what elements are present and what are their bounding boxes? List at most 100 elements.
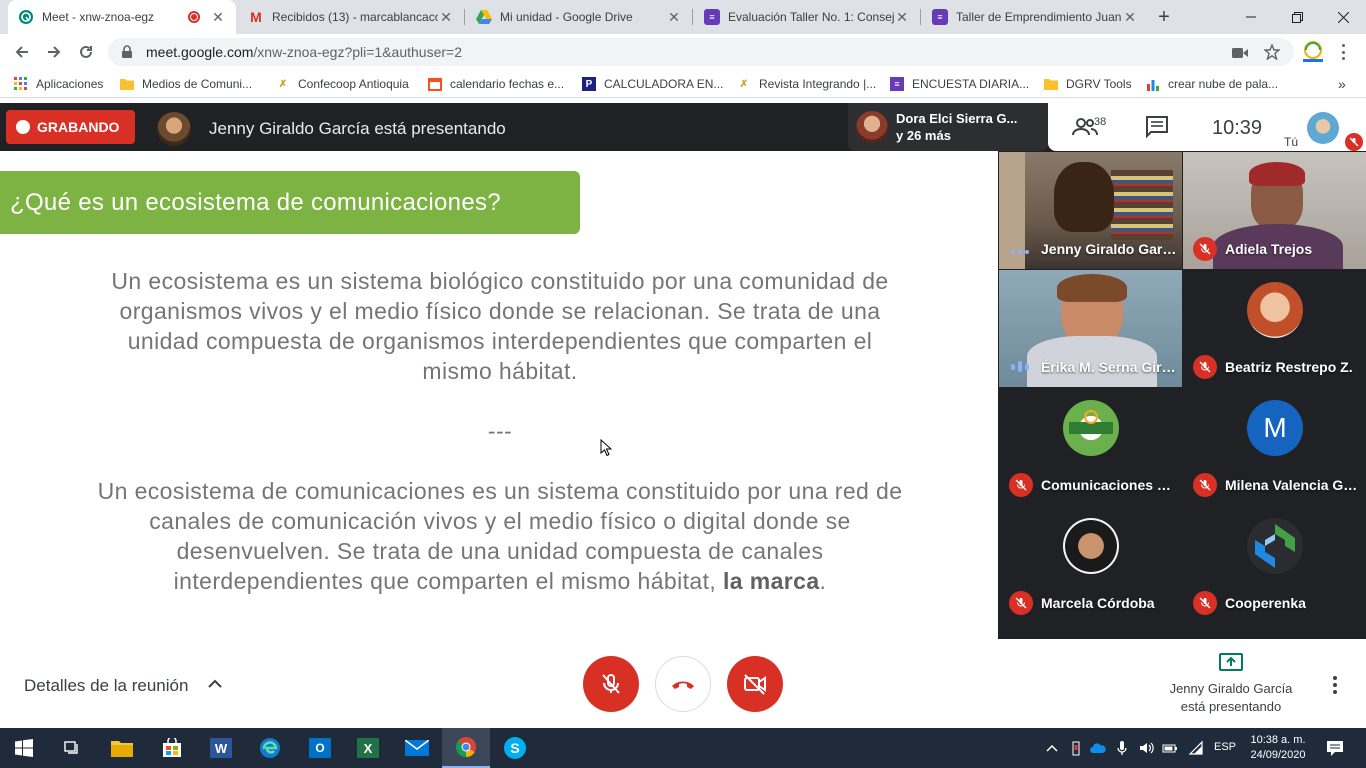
forms-icon: ≡ <box>932 9 948 25</box>
chat-icon[interactable] <box>1144 115 1170 139</box>
close-icon <box>1337 11 1349 23</box>
word-button[interactable]: W <box>197 728 245 768</box>
tab-label: Recibidos (13) - marcablancacoopera <box>272 10 438 24</box>
mic-off-icon <box>1345 133 1363 151</box>
close-icon[interactable]: ✕ <box>1122 9 1138 25</box>
store-button[interactable] <box>148 728 196 768</box>
tab-gmail[interactable]: M Recibidos (13) - marcablancacoopera ✕ <box>238 0 464 34</box>
bookmark-medios[interactable]: Medios de Comuni... <box>120 75 252 93</box>
participant-name: Marcela Córdoba <box>1041 595 1155 611</box>
bookmark-nube[interactable]: crear nube de pala... <box>1146 75 1278 93</box>
volume-icon[interactable] <box>1138 740 1154 756</box>
tab-drive[interactable]: Mi unidad - Google Drive ✕ <box>466 0 692 34</box>
more-options-button[interactable] <box>1325 673 1345 697</box>
battery-icon[interactable] <box>1162 740 1178 756</box>
browser-menu-button[interactable] <box>1340 44 1346 60</box>
edge-button[interactable] <box>246 728 294 768</box>
mic-toggle-button[interactable] <box>583 656 639 712</box>
present-screen-icon[interactable] <box>1219 653 1243 673</box>
participants-grid: Jenny Giraldo García Adiela Trejos Érika… <box>998 151 1366 639</box>
address-bar[interactable]: meet.google.com/xnw-znoa-egz?pli=1&authu… <box>108 38 1294 66</box>
outlook-button[interactable]: O <box>296 728 344 768</box>
tab-separator <box>920 9 921 25</box>
bookmark-star-icon[interactable] <box>1263 43 1281 65</box>
bookmark-calculadora[interactable]: P CALCULADORA EN... <box>582 75 723 93</box>
mail-button[interactable] <box>393 728 441 768</box>
presenting-status[interactable]: Jenny Giraldo García está presentando <box>1150 680 1312 716</box>
leave-call-button[interactable] <box>655 656 711 712</box>
profile-avatar-icon[interactable] <box>1300 40 1326 64</box>
chrome-button[interactable] <box>442 728 490 768</box>
excel-button[interactable]: X <box>344 728 392 768</box>
tab-meet[interactable]: Meet - xnw-znoa-egz ✕ <box>8 0 236 34</box>
participant-tile[interactable]: Comunicaciones CO... <box>999 388 1182 505</box>
skype-button[interactable]: S <box>491 728 539 768</box>
chevron-up-icon[interactable] <box>206 675 224 693</box>
presenter-avatar <box>157 112 191 146</box>
avatar <box>1063 400 1119 456</box>
close-icon[interactable]: ✕ <box>666 9 682 25</box>
tab-label: Mi unidad - Google Drive <box>500 10 633 24</box>
forward-button[interactable] <box>40 38 68 66</box>
recording-badge: GRABANDO <box>6 110 135 144</box>
close-icon[interactable]: ✕ <box>438 9 454 25</box>
task-view-button[interactable] <box>48 728 96 768</box>
meeting-details-button[interactable]: Detalles de la reunión <box>24 676 188 696</box>
windows-start-icon <box>15 739 33 757</box>
bookmark-confecoop[interactable]: ✗ Confecoop Antioquia <box>276 75 409 93</box>
reload-button[interactable] <box>72 38 100 66</box>
bookmark-encuesta[interactable]: ≡ ENCUESTA DIARIA... <box>890 75 1029 93</box>
microphone-icon[interactable] <box>1114 740 1130 756</box>
tab-forms-evaluacion[interactable]: ≡ Evaluación Taller No. 1: Consejo ✕ <box>694 0 920 34</box>
participant-tile[interactable]: Beatriz Restrepo Z. <box>1183 270 1366 387</box>
bookmark-label: crear nube de pala... <box>1168 77 1279 91</box>
participant-tile[interactable]: Cooperenka <box>1183 506 1366 623</box>
participants-chip[interactable]: Dora Elci Sierra G... y 26 más <box>848 103 1048 151</box>
camera-in-use-icon[interactable] <box>1232 46 1248 64</box>
folder-icon <box>1044 77 1058 91</box>
system-clock[interactable]: 10:38 a. m. 24/09/2020 <box>1250 733 1306 763</box>
coop-logo-icon <box>1069 410 1113 434</box>
tab-forms-taller[interactable]: ≡ Taller de Emprendimiento Juan ✕ <box>922 0 1148 34</box>
participant-hair <box>1249 162 1305 186</box>
notifications-icon[interactable] <box>1326 739 1344 757</box>
bookmark-apps[interactable]: Aplicaciones <box>14 75 103 93</box>
browser-toolbar: meet.google.com/xnw-znoa-egz?pli=1&authu… <box>0 34 1366 70</box>
participant-tile[interactable]: Érika M. Serna Girald... <box>999 270 1182 387</box>
participant-tile[interactable]: Adiela Trejos <box>1183 152 1366 269</box>
new-tab-button[interactable]: + <box>1152 6 1176 28</box>
participant-tile[interactable]: Jenny Giraldo García <box>999 152 1182 269</box>
onedrive-icon[interactable] <box>1090 740 1106 756</box>
tab-label: Evaluación Taller No. 1: Consejo <box>728 10 894 24</box>
more-bookmarks-button[interactable]: » <box>1338 75 1346 93</box>
participant-tile[interactable]: M Milena Valencia Garc... <box>1183 388 1366 505</box>
self-avatar[interactable] <box>1307 112 1339 144</box>
bookmark-dgrv[interactable]: DGRV Tools <box>1044 75 1132 93</box>
apps-grid-icon <box>14 77 28 91</box>
close-icon[interactable]: ✕ <box>210 9 226 25</box>
participant-name: Adiela Trejos <box>1225 241 1313 257</box>
mic-off-icon <box>1009 591 1033 615</box>
gmail-icon: M <box>250 9 262 25</box>
chevron-up-icon[interactable] <box>1044 740 1060 756</box>
input-language[interactable]: ESP <box>1214 741 1236 753</box>
back-button[interactable] <box>8 38 36 66</box>
meet-icon <box>18 9 34 25</box>
bookmark-calendario[interactable]: calendario fechas e... <box>428 75 564 93</box>
minimize-button[interactable] <box>1228 0 1274 34</box>
cooperenka-logo-icon <box>1255 524 1295 568</box>
participant-tile[interactable]: Marcela Córdoba <box>999 506 1182 623</box>
lock-icon <box>122 45 132 58</box>
close-icon[interactable]: ✕ <box>894 9 910 25</box>
file-explorer-button[interactable] <box>98 728 146 768</box>
windows-start-button[interactable] <box>0 728 48 768</box>
close-window-button[interactable] <box>1320 0 1366 34</box>
battery-alert-icon[interactable] <box>1068 740 1084 756</box>
mic-off-icon <box>1193 473 1217 497</box>
restore-button[interactable] <box>1274 0 1320 34</box>
mic-off-icon <box>1193 355 1217 379</box>
wifi-icon[interactable] <box>1188 740 1204 756</box>
avatar-initial: M <box>1247 400 1303 456</box>
bookmark-revista[interactable]: ✗ Revista Integrando |... <box>737 75 876 93</box>
camera-toggle-button[interactable] <box>727 656 783 712</box>
